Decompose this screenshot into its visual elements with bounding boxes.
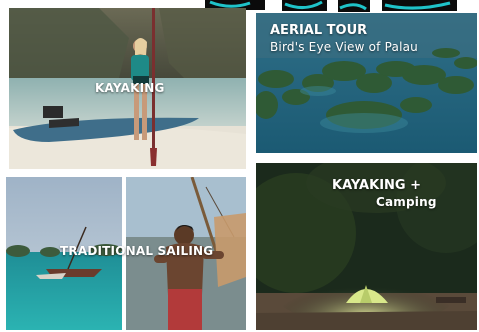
tile-traditional-sailing[interactable]: TRADITIONAL SAILING: [6, 177, 246, 330]
tile-camping-title: KAYAKING +: [332, 178, 422, 193]
tile-aerial-subtitle: Bird's Eye View of Palau: [270, 40, 418, 54]
tile-aerial-tour[interactable]: AERIAL TOUR Bird's Eye View of Palau: [256, 13, 477, 153]
tile-kayaking-camping[interactable]: KAYAKING + Camping: [256, 163, 477, 330]
tile-aerial-title: AERIAL TOUR: [270, 23, 368, 38]
tile-sailing-label: TRADITIONAL SAILING: [60, 244, 214, 258]
tile-kayaking-label: KAYAKING: [95, 81, 165, 95]
tile-camping-subtitle: Camping: [376, 195, 437, 209]
tile-kayaking[interactable]: KAYAKING: [9, 8, 246, 169]
